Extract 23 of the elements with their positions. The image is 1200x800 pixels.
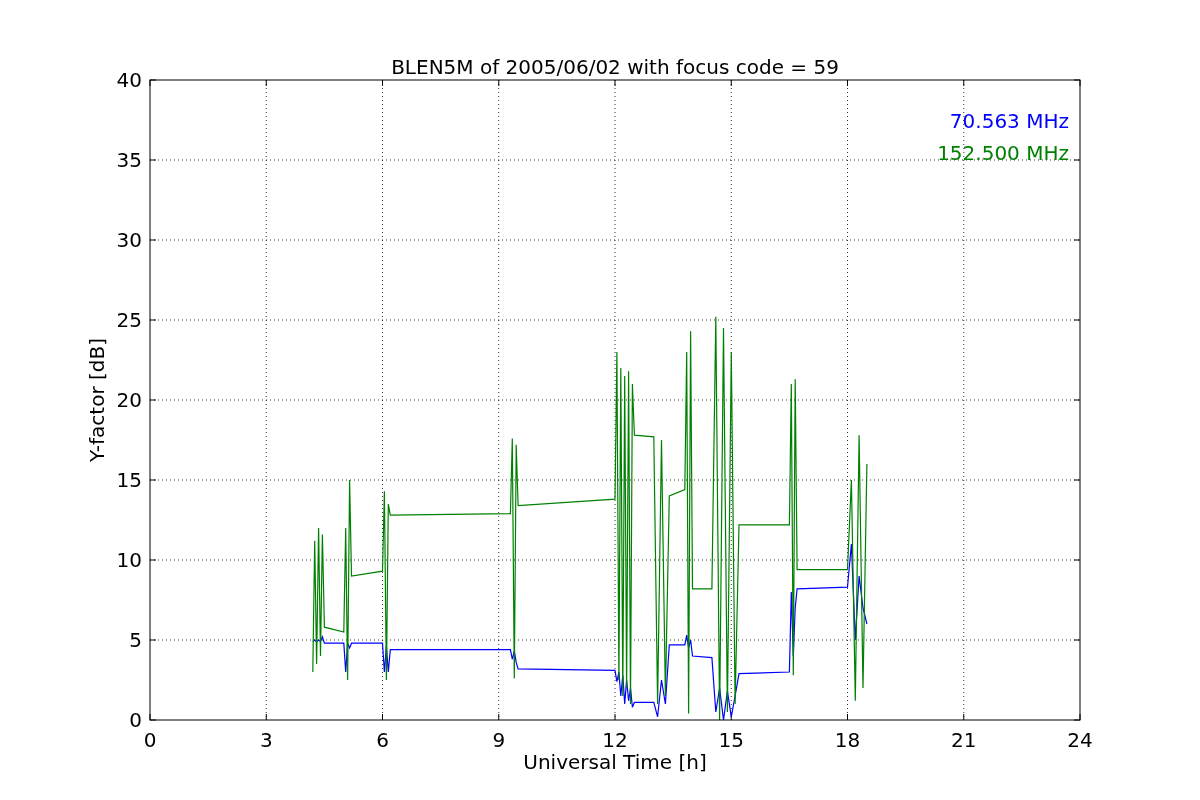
x-tick-label: 0 — [143, 728, 157, 752]
y-tick-label: 20 — [116, 388, 142, 412]
legend-label: 70.563 MHz — [949, 109, 1069, 133]
y-tick-label: 25 — [116, 308, 142, 332]
chart-title: BLEN5M of 2005/06/02 with focus code = 59 — [391, 55, 839, 79]
x-tick-label: 21 — [951, 728, 977, 752]
x-tick-label: 9 — [492, 728, 506, 752]
y-tick-label: 30 — [116, 228, 142, 252]
y-tick-label: 10 — [116, 548, 142, 572]
x-tick-label: 15 — [718, 728, 744, 752]
x-tick-label: 3 — [259, 728, 273, 752]
y-tick-label: 15 — [116, 468, 142, 492]
x-tick-label: 12 — [602, 728, 628, 752]
x-axis-label: Universal Time [h] — [523, 750, 707, 774]
y-tick-label: 5 — [129, 628, 142, 652]
y-tick-label: 40 — [116, 68, 142, 92]
y-tick-label: 0 — [129, 708, 142, 732]
x-tick-label: 18 — [834, 728, 861, 752]
x-tick-label: 24 — [1067, 728, 1093, 752]
y-tick-label: 35 — [116, 148, 142, 172]
x-tick-label: 6 — [376, 728, 389, 752]
legend-label: 152.500 MHz — [937, 141, 1069, 165]
y-axis-label: Y-factor [dB] — [85, 338, 109, 462]
